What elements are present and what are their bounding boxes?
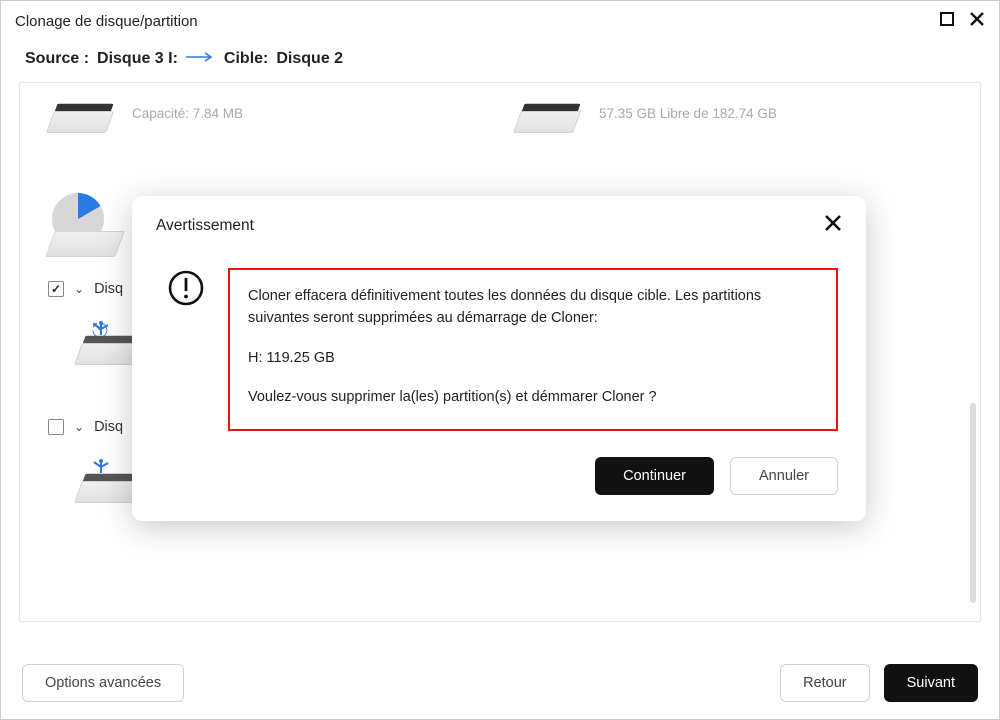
close-icon[interactable]: [969, 11, 985, 32]
back-button[interactable]: Retour: [780, 664, 870, 702]
source-target-path: Source : Disque 3 I: Cible: Disque 2: [1, 42, 999, 82]
source-label: Source :: [25, 50, 89, 68]
disk-label: Disq: [94, 419, 123, 435]
checkbox-icon[interactable]: [48, 281, 64, 297]
close-icon[interactable]: [824, 214, 842, 238]
chevron-down-icon[interactable]: ⌄: [74, 282, 84, 296]
capacity-text: Capacité: 7.84 MB: [132, 106, 491, 121]
source-value: Disque 3 I:: [97, 50, 178, 68]
drive-icon: [42, 87, 114, 139]
warning-line-2: H: 119.25 GB: [248, 348, 818, 370]
advanced-options-button[interactable]: Options avancées: [22, 664, 184, 702]
target-value: Disque 2: [276, 50, 343, 68]
disk-usage-icon: [42, 197, 132, 267]
continue-button[interactable]: Continuer: [595, 457, 714, 495]
next-button[interactable]: Suivant: [884, 664, 978, 702]
target-label: Cible:: [224, 50, 268, 68]
titlebar: Clonage de disque/partition: [1, 1, 999, 42]
checkbox-icon[interactable]: [48, 419, 64, 435]
arrow-icon: [186, 50, 216, 68]
chevron-down-icon[interactable]: ⌄: [74, 420, 84, 434]
warning-line-1: Cloner effacera définitivement toutes le…: [248, 286, 818, 330]
window-controls: [939, 11, 985, 32]
disk-label: Disq: [94, 281, 123, 297]
drive-icon: [509, 87, 581, 139]
warning-icon: [166, 268, 206, 308]
modal-title: Avertissement: [156, 217, 254, 235]
partition-item[interactable]: 57.35 GB Libre de 182.74 GB: [509, 82, 958, 147]
warning-modal: Avertissement Cloner effacera définitive…: [132, 196, 866, 521]
partition-item[interactable]: Capacité: 7.84 MB: [42, 82, 491, 147]
scrollbar[interactable]: [970, 403, 976, 603]
window-title: Clonage de disque/partition: [15, 13, 198, 30]
free-text: 57.35 GB Libre de 182.74 GB: [599, 106, 958, 121]
footer: Options avancées Retour Suivant: [0, 650, 1000, 720]
maximize-icon[interactable]: [939, 11, 955, 32]
cancel-button[interactable]: Annuler: [730, 457, 838, 495]
warning-highlight-box: Cloner effacera définitivement toutes le…: [228, 268, 838, 431]
warning-line-3: Voulez-vous supprimer la(les) partition(…: [248, 387, 818, 409]
